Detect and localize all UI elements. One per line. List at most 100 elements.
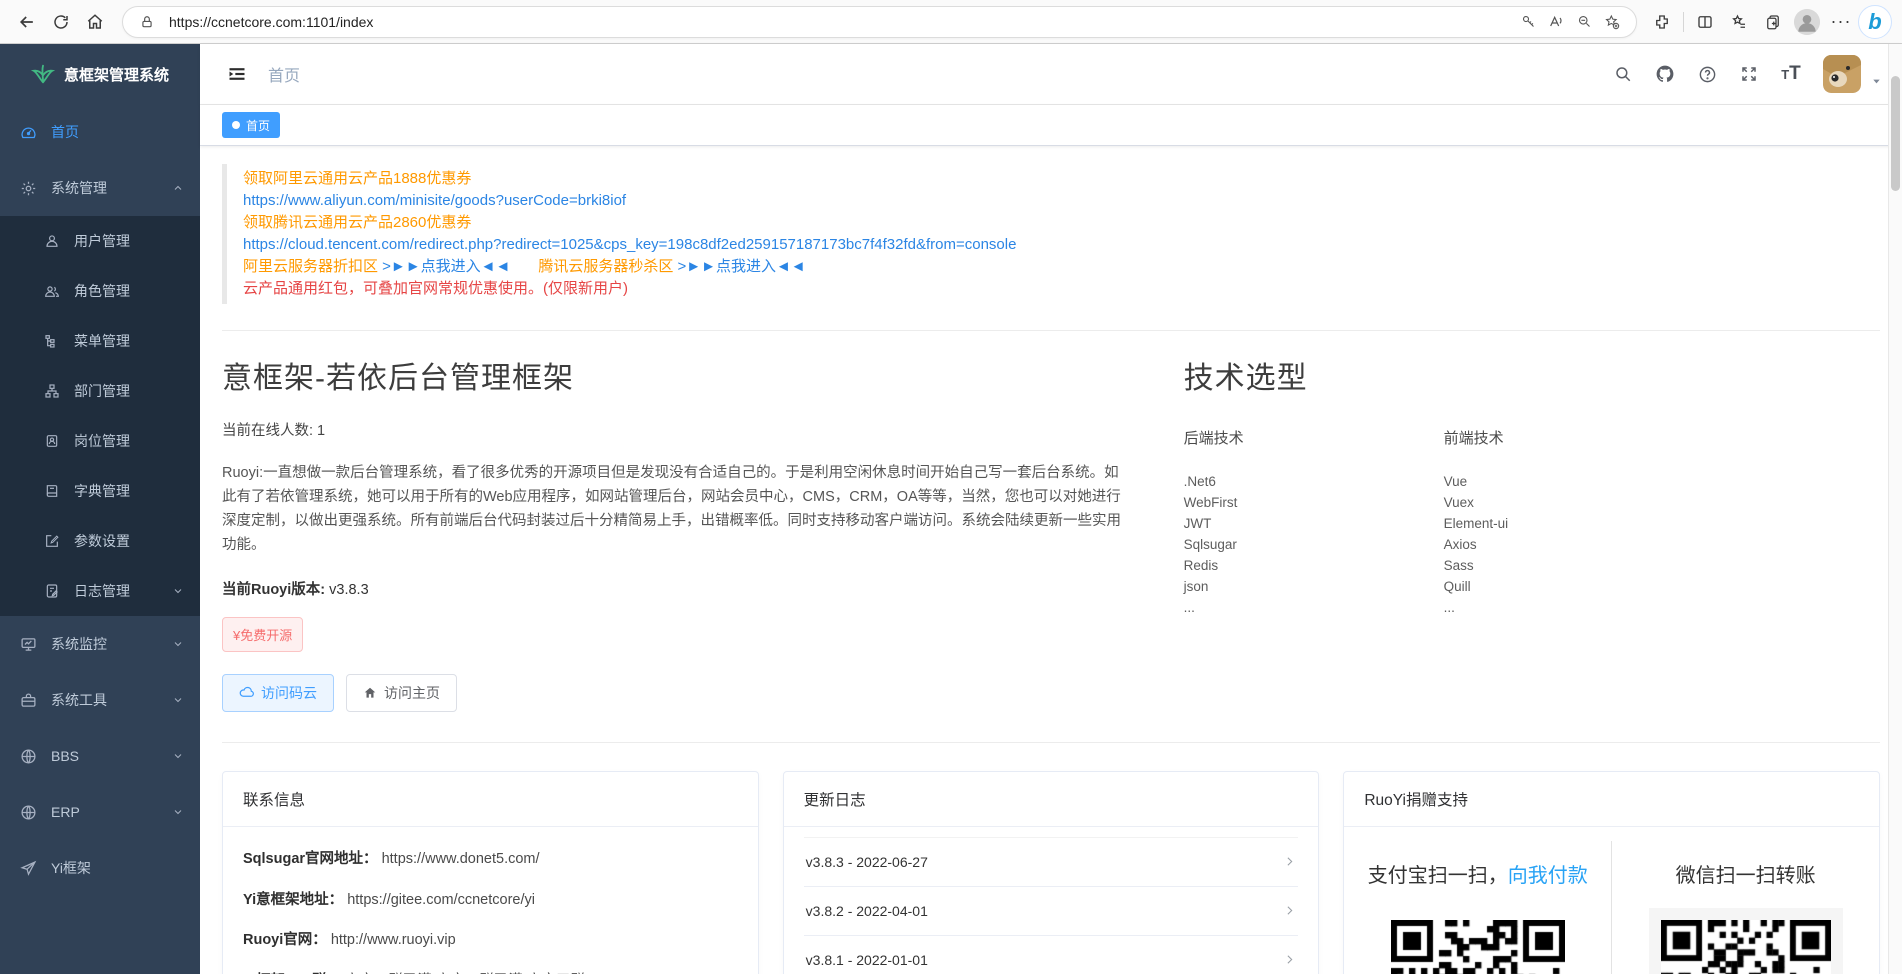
sqlsugar-link[interactable]: https://www.donet5.com/	[382, 851, 540, 867]
sidebar-item-user-mgmt[interactable]: 用户管理	[0, 216, 200, 266]
zoom-out-icon[interactable]	[1570, 8, 1598, 36]
more-options-icon[interactable]: ···	[1824, 5, 1858, 39]
wechat-donate: 微信扫一扫转账	[1611, 841, 1879, 974]
page-scrollbar[interactable]	[1888, 44, 1902, 974]
sidebar-item-erp[interactable]: ERP	[0, 784, 200, 840]
notice-link[interactable]: https://www.aliyun.com/minisite/goods?us…	[243, 190, 1880, 212]
help-icon[interactable]	[1689, 56, 1725, 92]
sidebar-item-dict-mgmt[interactable]: 字典管理	[0, 466, 200, 516]
scrollbar-thumb[interactable]	[1891, 76, 1900, 191]
lock-icon[interactable]	[133, 8, 161, 36]
chevron-down-icon	[172, 694, 184, 706]
notice-line: 云产品通用红包，可叠加官网常规优惠使用。(仅限新用户)	[243, 278, 1880, 300]
favorite-add-icon[interactable]	[1598, 8, 1626, 36]
gitee-cloud-icon	[239, 685, 254, 700]
sidebar-item-dept-mgmt[interactable]: 部门管理	[0, 366, 200, 416]
contact-card-title: 联系信息	[223, 772, 758, 827]
visit-homepage-button[interactable]: 访问主页	[346, 674, 457, 712]
changelog-card-title: 更新日志	[784, 772, 1319, 827]
read-aloud-icon[interactable]	[1542, 8, 1570, 36]
password-key-icon[interactable]	[1514, 8, 1542, 36]
enter-link[interactable]: >►►点我进入◄◄	[382, 258, 510, 275]
project-description: Ruoyi:一直想做一款后台管理系统，看了很多优秀的开源项目但是发现没有合适自己…	[222, 462, 1124, 558]
page-title: 意框架-若依后台管理框架	[222, 353, 1124, 397]
gear-icon	[20, 180, 37, 197]
tag-home[interactable]: 首页	[222, 112, 280, 138]
app-logo[interactable]: 意框架管理系统	[0, 44, 200, 104]
free-open-source-tag: ¥免费开源	[222, 617, 303, 652]
pay-me-link[interactable]: 向我付款	[1508, 865, 1588, 887]
version-label: 当前Ruoyi版本:	[222, 582, 325, 598]
sidebar-toggle-icon[interactable]	[220, 57, 254, 91]
bing-chat-icon[interactable]: b	[1858, 5, 1892, 39]
peoples-icon	[44, 283, 60, 299]
tech-item: Quill	[1444, 577, 1704, 598]
sidebar-item-yi-framework[interactable]: Yi框架	[0, 840, 200, 896]
monitor-icon	[20, 636, 37, 653]
sidebar-item-system-mgmt[interactable]: 系统管理	[0, 160, 200, 216]
address-bar[interactable]: https://ccnetcore.com:1101/index	[122, 6, 1637, 38]
github-icon[interactable]	[1647, 56, 1683, 92]
notice-link[interactable]: https://cloud.tencent.com/redirect.php?r…	[243, 234, 1880, 256]
toolbar-divider	[1683, 12, 1684, 32]
url-text[interactable]: https://ccnetcore.com:1101/index	[169, 14, 1514, 30]
ruoyi-link[interactable]: http://www.ruoyi.vip	[331, 932, 456, 948]
yi-framework-link[interactable]: https://gitee.com/ccnetcore/yi	[347, 892, 535, 908]
chevron-right-icon	[1283, 953, 1296, 966]
page-content: 领取阿里云通用云产品1888优惠券 https://www.aliyun.com…	[200, 146, 1902, 974]
split-screen-icon[interactable]	[1688, 5, 1722, 39]
sidebar-item-system-tools[interactable]: 系统工具	[0, 672, 200, 728]
log-icon	[44, 583, 60, 599]
sidebar-item-param-settings[interactable]: 参数设置	[0, 516, 200, 566]
sidebar-item-log-mgmt[interactable]: 日志管理	[0, 566, 200, 616]
changelog-item[interactable]: v3.8.1 - 2022-01-01	[804, 935, 1299, 974]
tech-item: Sqlsugar	[1184, 535, 1444, 556]
tag-active-dot	[232, 121, 240, 129]
breadcrumb[interactable]: 首页	[268, 62, 300, 86]
chevron-right-icon	[1283, 855, 1296, 868]
browser-back-icon[interactable]	[10, 5, 44, 39]
enter-link[interactable]: >►►点我进入◄◄	[678, 258, 806, 275]
notice-line: 领取阿里云通用云产品1888优惠券	[243, 168, 1880, 190]
globe-icon	[20, 804, 37, 821]
browser-actions: ··· b	[1645, 5, 1892, 39]
sidebar-item-label: 系统管理	[51, 178, 172, 198]
contact-row: Sqlsugar官网地址： https://www.donet5.com/	[243, 849, 738, 871]
sidebar-item-role-mgmt[interactable]: 角色管理	[0, 266, 200, 316]
fullscreen-icon[interactable]	[1731, 56, 1767, 92]
collections-icon[interactable]	[1722, 5, 1756, 39]
home-icon	[363, 686, 377, 700]
sidebar: 意框架管理系统 首页 系统管理 用户管理 角色管理	[0, 44, 200, 974]
browser-profile-icon[interactable]	[1790, 5, 1824, 39]
visit-gitee-button[interactable]: 访问码云	[222, 674, 334, 712]
app-title: 意框架管理系统	[64, 64, 169, 85]
changelog-item[interactable]: v3.8.3 - 2022-06-27	[804, 837, 1299, 886]
sidebar-item-post-mgmt[interactable]: 岗位管理	[0, 416, 200, 466]
sidebar-item-menu-mgmt[interactable]: 菜单管理	[0, 316, 200, 366]
tech-item: Redis	[1184, 556, 1444, 577]
guide-icon	[20, 860, 37, 877]
duplicate-tab-icon[interactable]	[1756, 5, 1790, 39]
browser-home-icon[interactable]	[78, 5, 112, 39]
sidebar-item-label: 参数设置	[74, 531, 184, 551]
user-icon	[44, 233, 60, 249]
edit-icon	[44, 533, 60, 549]
search-icon[interactable]	[1605, 56, 1641, 92]
browser-refresh-icon[interactable]	[44, 5, 78, 39]
user-avatar[interactable]	[1823, 55, 1861, 93]
font-size-icon[interactable]: TT	[1773, 56, 1809, 92]
system-mgmt-submenu: 用户管理 角色管理 菜单管理 部门管理 岗位管理 字典管理	[0, 216, 200, 616]
promo-notice: 领取阿里云通用云产品1888优惠券 https://www.aliyun.com…	[222, 164, 1880, 304]
sidebar-item-system-monitor[interactable]: 系统监控	[0, 616, 200, 672]
sidebar-item-label: Yi框架	[51, 858, 184, 878]
extensions-icon[interactable]	[1645, 5, 1679, 39]
leaf-logo-icon	[31, 63, 55, 85]
sidebar-item-label: 部门管理	[74, 381, 184, 401]
sidebar-item-bbs[interactable]: BBS	[0, 728, 200, 784]
sidebar-item-label: 岗位管理	[74, 431, 184, 451]
online-count: 当前在线人数: 1	[222, 419, 1124, 440]
sidebar-item-home[interactable]: 首页	[0, 104, 200, 160]
tech-item: JWT	[1184, 514, 1444, 535]
changelog-item[interactable]: v3.8.2 - 2022-04-01	[804, 886, 1299, 935]
avatar-caret-icon[interactable]	[1871, 76, 1882, 87]
